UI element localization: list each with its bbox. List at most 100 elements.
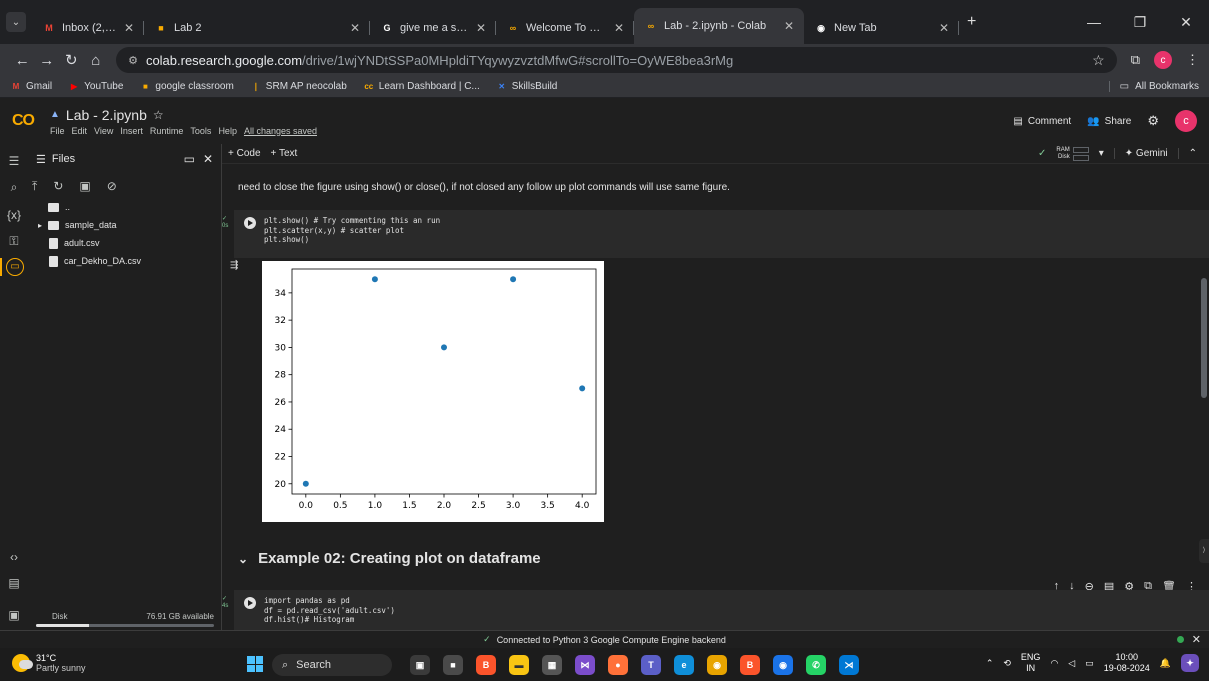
copilot-icon[interactable]: ✦ [1181,654,1199,672]
back-button[interactable]: ← [10,52,35,69]
close-window-button[interactable]: ✕ [1163,14,1209,31]
brave-beta-icon[interactable]: B [740,655,760,675]
menu-runtime[interactable]: Runtime [150,126,184,136]
tray-app-icon[interactable]: ⟲ [1003,658,1011,669]
menu-view[interactable]: View [94,126,113,136]
extensions-icon[interactable]: ⧉ [1131,52,1140,68]
menu-insert[interactable]: Insert [120,126,143,136]
variables-icon[interactable]: {x} [0,208,28,222]
address-bar[interactable]: ⚙ colab.research.google.com/drive/1wjYND… [116,47,1117,73]
close-tab-icon[interactable]: ✕ [784,19,794,33]
cell-1-code[interactable]: plt.show() # Try commenting this an run p… [264,216,440,245]
runtime-dropdown-icon[interactable]: ▾ [1099,148,1104,159]
search-icon[interactable]: ⌕ [0,180,28,195]
profile-avatar[interactable]: c [1154,51,1173,69]
mount-drive-icon[interactable]: ▣ [79,179,90,193]
chrome-taskbar-icon[interactable]: ◉ [707,655,727,675]
firefox-icon[interactable]: ● [608,655,628,675]
colab-logo-icon[interactable]: CO [12,112,38,130]
whatsapp-icon[interactable]: ✆ [806,655,826,675]
terminal-icon[interactable]: ▣ [0,608,28,622]
notebook-title[interactable]: Lab - 2.ipynb [66,107,147,123]
save-status[interactable]: All changes saved [244,126,317,136]
menu-tools[interactable]: Tools [190,126,211,136]
teams-icon[interactable]: T [641,655,661,675]
section-heading[interactable]: ⌄ Example 02: Creating plot on dataframe [238,550,541,567]
new-tab-button[interactable]: + [967,13,976,31]
comment-button[interactable]: ▤ Comment [1013,116,1071,127]
file-tree-item[interactable]: .. [28,198,221,216]
tab-search-button[interactable]: ⌄ [6,12,26,32]
menu-file[interactable]: File [50,126,65,136]
close-status-icon[interactable]: ✕ [1192,633,1201,646]
bookmark-2[interactable]: ▶ YouTube [68,81,123,93]
browser-tab-4[interactable]: ∞ Welcome To Colab - Colab ✕ [496,12,634,44]
minimize-button[interactable]: — [1071,14,1117,30]
menu-edit[interactable]: Edit [72,126,88,136]
volume-icon[interactable]: ◁ [1068,658,1075,669]
reload-button[interactable]: ↻ [59,51,84,69]
close-tab-icon[interactable]: ✕ [939,21,949,35]
bookmark-3[interactable]: ■ google classroom [139,81,234,93]
settings-gear-icon[interactable]: ⚙ [1147,113,1159,129]
home-button[interactable]: ⌂ [84,52,109,69]
bookmark-5[interactable]: cc Learn Dashboard | C... [363,81,479,93]
add-code-button[interactable]: + Code [228,148,261,159]
hide-drive-icon[interactable]: ⊘ [107,179,117,193]
share-button[interactable]: 👥 Share [1087,116,1131,127]
close-panel-icon[interactable]: ✕ [203,152,213,166]
language-indicator[interactable]: ENG IN [1021,652,1041,674]
widgets-icon[interactable]: ■ [443,655,463,675]
star-notebook-icon[interactable]: ☆ [153,108,164,122]
files-folder-icon[interactable]: ▭ [0,258,28,276]
close-tab-icon[interactable]: ✕ [614,21,624,35]
menu-help[interactable]: Help [218,126,237,136]
wifi-icon[interactable]: ◠ [1050,658,1058,669]
open-in-tab-icon[interactable]: ▭ [184,152,195,166]
run-cell-button[interactable] [244,217,256,229]
browser-tab-5[interactable]: ∞ Lab - 2.ipynb - Colab ✕ [634,8,804,44]
code-cell-1[interactable]: ✓ 0s plt.show() # Try commenting this an … [222,210,1209,258]
brave-icon[interactable]: B [476,655,496,675]
close-tab-icon[interactable]: ✕ [476,21,486,35]
all-bookmarks-button[interactable]: ▭ All Bookmarks [1108,81,1199,92]
user-avatar[interactable]: c [1175,110,1197,132]
refresh-icon[interactable]: ↻ [53,179,63,193]
status-text[interactable]: Connected to Python 3 Google Compute Eng… [497,635,726,645]
site-info-icon[interactable]: ⚙ [128,54,138,67]
forward-button[interactable]: → [35,52,60,69]
expand-chevron-icon[interactable]: ▸ [38,221,42,230]
code-cell-2[interactable]: ✓ 4s import pandas as pd df = pd.read_csv(… [222,590,1209,630]
bookmark-6[interactable]: ✕ SkillsBuild [496,81,557,93]
clock[interactable]: 10:00 19-08-2024 [1104,652,1150,674]
code-snippets-icon[interactable]: ‹› [0,550,28,564]
markdown-cell-text[interactable]: need to close the figure using show() or… [238,182,730,193]
file-tree-item[interactable]: ▸ sample_data [28,216,221,234]
browser-menu-icon[interactable]: ⋮ [1186,52,1199,68]
windows-start-icon[interactable] [247,656,263,672]
output-toggle-icon[interactable]: ⇶ [230,260,238,271]
chevron-down-icon[interactable]: ⌄ [238,552,248,566]
upload-file-icon[interactable]: ⤒ [32,179,37,194]
browser-tab-3[interactable]: Ggive me a summary of the ✕ [370,12,496,44]
restore-button[interactable]: ❐ [1117,14,1163,31]
bookmark-star-icon[interactable]: ☆ [1092,52,1105,69]
bookmark-1[interactable]: M Gmail [10,81,52,93]
resource-monitor[interactable]: RAM Disk [1056,146,1089,161]
vscode-icon[interactable]: ⋊ [839,655,859,675]
table-of-contents-icon[interactable]: ☰ [0,154,28,168]
collapse-header-icon[interactable]: ⌃ [1177,148,1197,159]
battery-icon[interactable]: ▭ [1085,658,1094,669]
run-cell-2-button[interactable] [244,597,256,609]
edge-icon[interactable]: e [674,655,694,675]
tray-chevron-icon[interactable]: ⌃ [986,658,994,669]
close-tab-icon[interactable]: ✕ [350,21,360,35]
browser-tab-6[interactable]: ◉ New Tab ✕ [804,12,959,44]
file-explorer-icon[interactable]: ▬ [509,655,529,675]
file-tree-item[interactable]: car_Dekho_DA.csv [28,252,221,270]
browser-tab-2[interactable]: ■ Lab 2 ✕ [144,12,370,44]
notebook-scrollbar[interactable] [1201,278,1207,398]
add-text-button[interactable]: + Text [271,148,298,159]
task-view-icon[interactable]: ▣ [410,655,430,675]
taskbar-search[interactable]: ⌕ Search [272,654,392,676]
